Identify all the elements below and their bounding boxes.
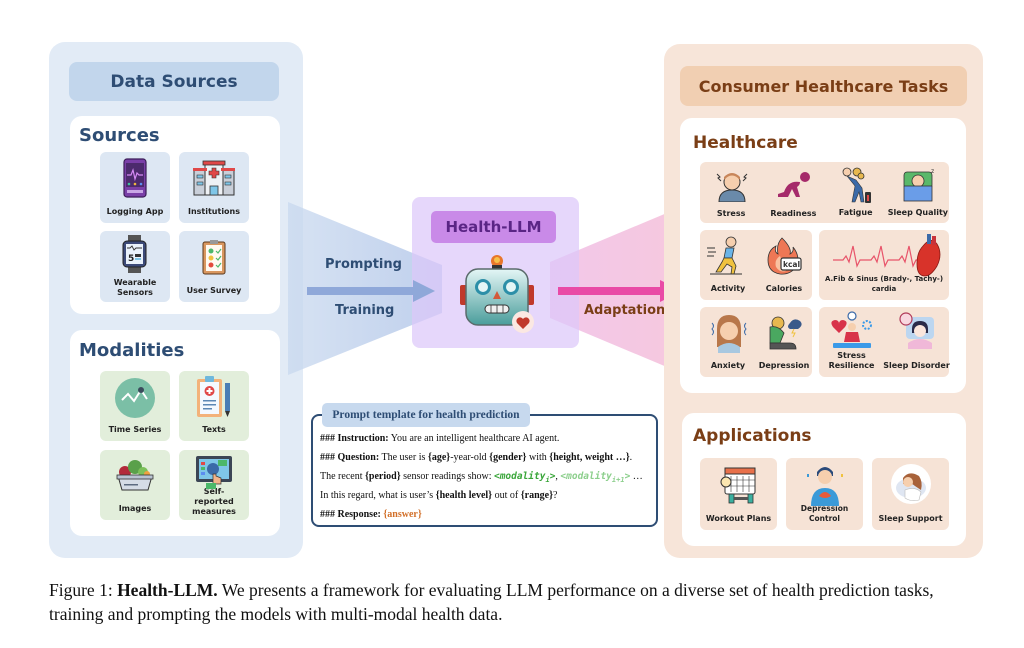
task-sleep-quality: z Sleep Quality	[887, 162, 949, 223]
adaptation-label: Adaptation	[584, 303, 666, 318]
tired-person-icon	[842, 167, 871, 203]
instruction-key: ### Instruction:	[320, 433, 389, 444]
task-label: Sleep Disorder	[883, 361, 950, 370]
modality-text: <modality	[493, 471, 546, 482]
task-fatigue: Fatigue	[825, 162, 887, 223]
readings-text: The recent	[320, 471, 365, 482]
modality-i1-placeholder: <modalityi+1>	[560, 471, 630, 484]
modality-i-placeholder: <modalityi>	[493, 471, 555, 484]
task-label: Fatigue	[838, 208, 873, 217]
prompt-template-title: Prompt template for health prediction	[322, 403, 530, 427]
task-stress: Stress	[700, 162, 762, 223]
application-label: Workout Plans	[705, 514, 772, 523]
period-placeholder: {period}	[364, 471, 401, 482]
depressed-person-icon	[769, 316, 802, 350]
healthcare-row-1-items: Stress Readiness Fatigue z Sleep Quality	[700, 162, 949, 223]
prompt-response-line: ### Response: {answer}	[320, 509, 422, 520]
question-text: .	[629, 452, 633, 463]
prompt-health-level-line: In this regard, what is user’s {health l…	[320, 490, 558, 501]
stressed-person-icon	[716, 173, 748, 202]
prompt-question-line: ### Question: The user is {age}-year-old…	[320, 452, 632, 463]
svg-text:kcal: kcal	[783, 260, 800, 269]
application-sleep-support: Sleep Support	[872, 458, 949, 530]
question-text: The user is	[379, 452, 428, 463]
calm-person-icon	[806, 467, 843, 506]
task-depression: Depression	[756, 307, 812, 377]
task-anxiety: Anxiety	[700, 307, 756, 377]
range-placeholder: {range}	[520, 490, 554, 501]
caption-prefix: Figure 1:	[49, 580, 118, 600]
question-text: -year-old	[450, 452, 490, 463]
task-label: Sleep Quality	[887, 208, 949, 217]
tasks-title: Consumer Healthcare Tasks	[680, 66, 967, 106]
application-workout-plans: Workout Plans	[700, 458, 777, 530]
svg-text:z: z	[931, 168, 934, 175]
meditation-icon	[831, 311, 872, 348]
health-level-placeholder: {health level}	[435, 490, 493, 501]
modality-text: <modality	[560, 471, 612, 482]
height-weight-placeholder: {height, weight …}	[549, 452, 630, 463]
readings-text: sensor readings show:	[400, 471, 494, 482]
robot-icon	[460, 255, 534, 333]
instruction-text: You are an intelligent healthcare AI age…	[388, 433, 560, 444]
healthcare-row-3-left: Anxiety Depression	[700, 307, 812, 377]
healthcare-title: Healthcare	[693, 133, 798, 153]
question-text: with	[526, 452, 550, 463]
sleeping-person-icon: z	[903, 168, 934, 202]
task-label: Anxiety	[710, 361, 746, 370]
task-calories: kcal Calories	[756, 230, 812, 300]
prompt-instruction-line: ### Instruction: You are an intelligent …	[320, 433, 559, 444]
task-stress-resilience: Stress Resilience	[819, 307, 884, 377]
flame-kcal-icon: kcal	[767, 237, 802, 275]
task-label: A.Fib & Sinus (Brady-, Tachy-) cardia	[824, 275, 944, 293]
task-label: Readiness	[770, 209, 817, 218]
caption-bold-title: Health-LLM.	[117, 580, 218, 600]
input-arrow	[307, 280, 435, 302]
application-label: Sleep Support	[878, 514, 943, 523]
training-label: Training	[335, 303, 395, 318]
response-key: ### Response:	[320, 509, 381, 520]
task-afib: A.Fib & Sinus (Brady-, Tachy-) cardia	[819, 230, 949, 300]
sleeping-woman-icon	[890, 464, 931, 504]
healthcare-row-2-left: Activity kcal Calories	[700, 230, 812, 300]
task-sleep-disorder: Sleep Disorder	[883, 307, 950, 377]
health-llm-title: Health-LLM	[431, 211, 556, 243]
health-text: In this regard, what is user’s	[320, 490, 436, 501]
health-text: out of	[492, 490, 521, 501]
healthcare-row-3-right: Stress Resilience Sleep Disorder	[819, 307, 950, 377]
question-key: ### Question:	[320, 452, 380, 463]
applications-title: Applications	[693, 426, 812, 446]
figure-caption: Figure 1: Health-LLM. We presents a fram…	[49, 578, 989, 626]
task-activity: Activity	[700, 230, 756, 300]
running-person-icon	[707, 236, 742, 275]
task-label: Stress Resilience	[828, 351, 875, 370]
insomnia-icon	[899, 312, 934, 349]
gender-placeholder: {gender}	[489, 452, 527, 463]
crawling-person-icon	[778, 172, 811, 197]
task-label: Activity	[710, 284, 746, 293]
modality-subscript: i+1	[611, 475, 625, 484]
task-label: Stress	[716, 209, 746, 218]
answer-placeholder: {answer}	[383, 509, 422, 520]
application-depression-control: Depression Control	[786, 458, 863, 530]
anxious-woman-icon	[711, 315, 747, 353]
health-text: ?	[553, 490, 558, 501]
calendar-dumbbell-icon	[720, 467, 755, 504]
task-readiness: Readiness	[762, 162, 824, 223]
task-label: Depression	[758, 361, 810, 370]
prompting-label: Prompting	[325, 257, 402, 272]
age-placeholder: {age}	[427, 452, 451, 463]
readings-text: …	[630, 471, 643, 482]
task-label: Calories	[765, 284, 803, 293]
prompt-readings-line: The recent {period} sensor readings show…	[320, 471, 643, 484]
